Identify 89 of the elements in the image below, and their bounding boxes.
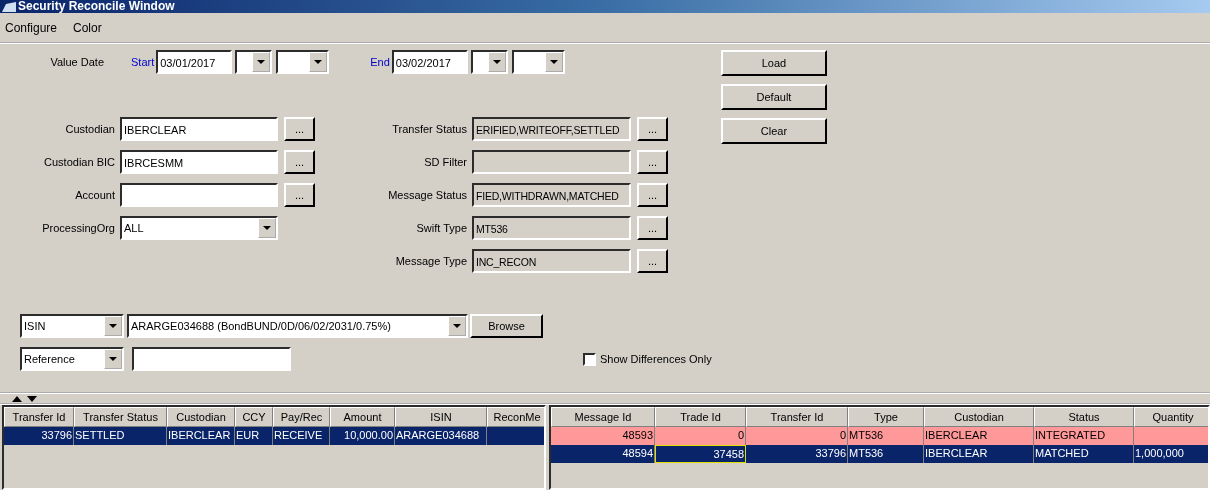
column-header[interactable]: Transfer Id (746, 407, 848, 427)
field-label: ProcessingOrg (41, 222, 115, 234)
dropdown[interactable]: ALL (120, 216, 278, 240)
column-header[interactable]: Custodian (924, 407, 1034, 427)
input-field[interactable]: FIED,WITHDRAWN,MATCHED (472, 183, 631, 207)
table-cell: IBERCLEAR (924, 445, 1034, 463)
browse-button[interactable]: ... (637, 216, 668, 240)
field-label: Start (131, 56, 155, 68)
table-row[interactable]: 48594 37458 33796 MT536 IBERCLEAR MATCHED 1,000,000 (551, 445, 1208, 463)
table-cell: 37458 (655, 445, 746, 463)
caret-icon (453, 324, 461, 328)
caret-icon (549, 60, 558, 64)
input-field[interactable]: MT536 (472, 216, 631, 240)
action-button[interactable]: Load (721, 50, 827, 76)
caret-icon (263, 226, 271, 230)
column-header[interactable]: Status (1034, 407, 1134, 427)
dropdown[interactable] (276, 50, 330, 74)
field-label: Message Status (387, 189, 467, 201)
action-button[interactable]: Default (721, 84, 827, 110)
column-header[interactable]: Type (848, 407, 924, 427)
browse-button[interactable]: Browse (470, 314, 543, 338)
browse-button[interactable]: ... (284, 117, 315, 141)
browse-button[interactable]: ... (637, 183, 668, 207)
browse-button[interactable]: ... (637, 117, 668, 141)
column-header[interactable]: ISIN (395, 407, 487, 427)
date-field[interactable]: 03/01/2017 (156, 50, 233, 74)
security-dropdown[interactable]: ARARGE034688 (BondBUND/0D/06/02/2031/0.75%) (127, 314, 468, 338)
table-cell: IBERCLEAR (167, 427, 235, 445)
field-label: SD Filter (423, 156, 467, 168)
field-label: Message Type (394, 255, 467, 267)
table-cell: 10,000.00 (330, 427, 395, 445)
browse-button[interactable]: ... (637, 249, 668, 273)
table-cell: SETTLED (74, 427, 167, 445)
column-header[interactable]: CCY (235, 407, 273, 427)
table-cell: 33796 (4, 427, 74, 445)
collapse-down-icon[interactable] (27, 395, 37, 402)
table-row[interactable]: 48593 0 0 MT536 IBERCLEAR INTEGRATED (551, 427, 1208, 445)
dropdown[interactable] (235, 50, 273, 74)
browse-button[interactable]: ... (637, 150, 668, 174)
dropdown[interactable]: ISIN (20, 314, 124, 338)
column-header[interactable]: Pay/Rec (273, 407, 330, 427)
dropdown[interactable] (511, 50, 565, 74)
table-cell: 0 (655, 427, 746, 445)
table-cell: 48594 (551, 445, 655, 463)
browse-button[interactable]: ... (284, 183, 315, 207)
input-field[interactable]: ERIFIED,WRITEOFF,SETTLED (472, 117, 631, 141)
table-cell: MATCHED (1034, 445, 1134, 463)
field-label: Value Date (49, 56, 104, 68)
input-field[interactable] (472, 150, 631, 174)
input-field[interactable] (132, 347, 291, 371)
caret-icon (257, 60, 266, 64)
dropdown[interactable] (470, 50, 508, 74)
field-label: Swift Type (415, 222, 467, 234)
caret-icon (109, 324, 117, 328)
field-label: End (370, 56, 390, 68)
dropdown[interactable]: Reference (20, 347, 124, 371)
window-title: Security Reconcile Window (18, 0, 175, 13)
table-cell: 1,000,000 (1134, 445, 1208, 463)
input-field[interactable]: IBRCESMM (120, 150, 278, 174)
field-label: Custodian (64, 123, 115, 135)
caret-icon (492, 60, 501, 64)
field-label: Account (74, 189, 115, 201)
table-cell: 33796 (746, 445, 848, 463)
table-row[interactable]: 33796 SETTLED IBERCLEAR EUR RECEIVE 10,000.00 ARARGE034688 (4, 427, 544, 445)
column-header[interactable]: Message Id (551, 407, 655, 427)
date-field[interactable]: 03/02/2017 (391, 50, 468, 74)
input-field[interactable]: IBERCLEAR (120, 117, 278, 141)
collapse-up-icon[interactable] (12, 395, 22, 402)
menu-item[interactable]: Configure (4, 19, 59, 36)
column-header[interactable]: Trade Id (655, 407, 746, 427)
column-header[interactable]: Custodian (167, 407, 235, 427)
column-header[interactable]: Transfer Id (4, 407, 74, 427)
column-header[interactable]: Amount (330, 407, 395, 427)
menu-item[interactable]: Color (72, 19, 103, 36)
input-field[interactable]: INC_RECON (472, 249, 631, 273)
checkbox-label[interactable]: Show Differences Only (600, 353, 712, 365)
table-cell: ARARGE034688 (395, 427, 487, 445)
caret-icon (109, 357, 117, 361)
checkbox[interactable] (583, 352, 596, 366)
table-cell: MT536 (848, 445, 924, 463)
input-field[interactable] (120, 183, 278, 207)
field-label: Transfer Status (391, 123, 467, 135)
table-cell: EUR (235, 427, 273, 445)
action-button[interactable]: Clear (721, 118, 827, 144)
field-label: Custodian BIC (43, 156, 115, 168)
column-header[interactable]: Transfer Status (74, 407, 167, 427)
caret-icon (314, 60, 323, 64)
browse-button[interactable]: ... (284, 150, 315, 174)
table-cell: RECEIVE (273, 427, 330, 445)
